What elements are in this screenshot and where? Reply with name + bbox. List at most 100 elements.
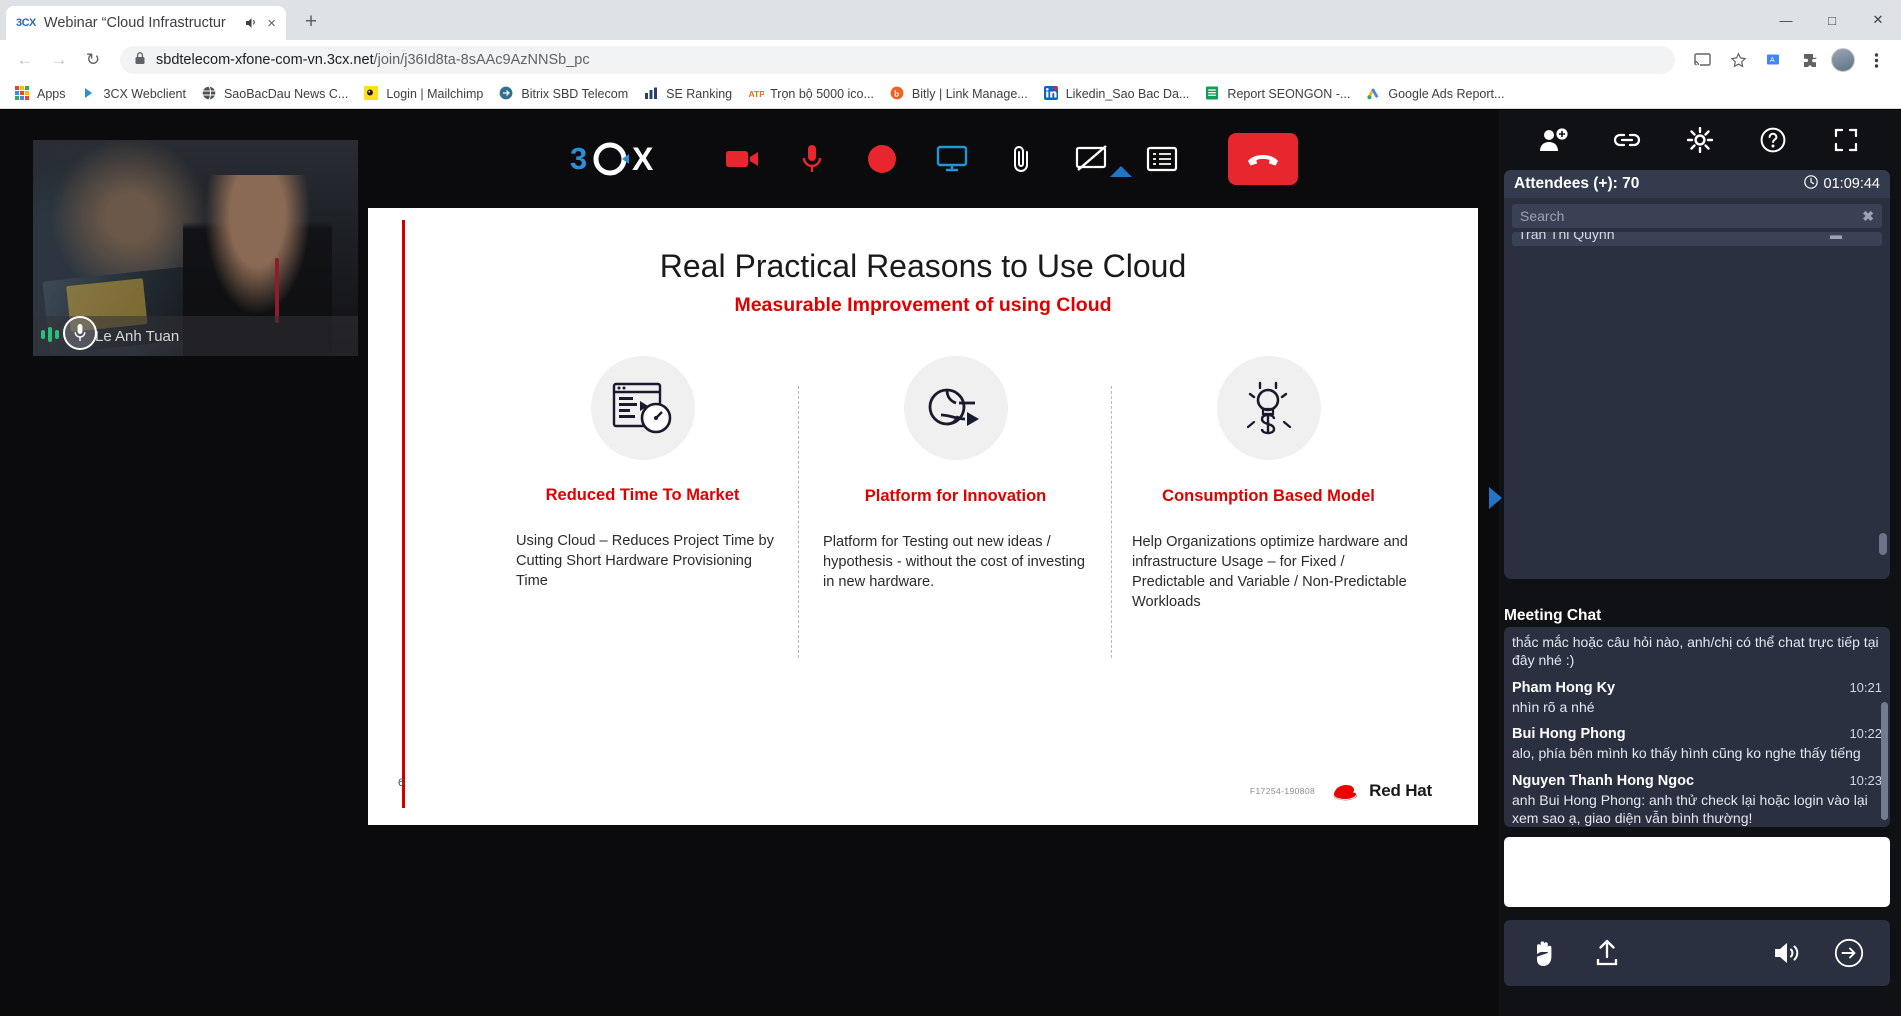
microphone-icon[interactable] [63, 316, 97, 350]
attendees-scrollbar[interactable] [1879, 533, 1887, 555]
bookmark-label: Google Ads Report... [1388, 87, 1505, 101]
stage-bottom-filler [368, 825, 1499, 1016]
apps-grid-icon [15, 86, 31, 102]
browser-tab[interactable]: 3CX Webinar “Cloud Infrastructur × [6, 6, 286, 40]
panel-collapse-arrow[interactable] [1489, 487, 1502, 509]
back-button[interactable]: ← [10, 45, 40, 75]
polls-button[interactable] [1140, 137, 1184, 181]
chat-message-header: Bui Hong Phong 10:22 [1512, 726, 1882, 742]
window-minimize-button[interactable]: — [1763, 0, 1809, 40]
clear-search-icon[interactable]: ✖ [1862, 208, 1874, 225]
presentation-slide[interactable]: Real Practical Reasons to Use Cloud Meas… [368, 208, 1478, 825]
chat-message-text: nhìn rõ a nhé [1512, 698, 1595, 715]
fullscreen-icon[interactable] [1829, 123, 1863, 157]
slide-footer: F17254-190808 Red Hat [1250, 779, 1432, 803]
video-column: Le Anh Tuan [0, 110, 368, 1016]
new-tab-button[interactable]: + [296, 7, 326, 37]
record-button[interactable] [860, 137, 904, 181]
bookmark-label: Bitly | Link Manage... [911, 87, 1028, 101]
forward-button[interactable]: → [44, 45, 74, 75]
window-maximize-button[interactable]: □ [1809, 0, 1855, 40]
attendees-header: Attendees (+): 70 01:09:44 [1504, 170, 1890, 198]
bookmark-label: Login | Mailchimp [386, 87, 484, 101]
bookmark-bitly[interactable]: Bitly | Link Manage... [883, 83, 1035, 105]
microphone-toggle-button[interactable] [790, 137, 834, 181]
bookmark-apps[interactable]: Apps [8, 83, 73, 105]
add-participant-icon[interactable] [1537, 123, 1571, 157]
slide-column: Platform for Innovation Platform for Tes… [799, 356, 1112, 658]
bookmark-se-ranking[interactable]: SE Ranking [637, 83, 739, 105]
help-icon[interactable] [1756, 123, 1790, 157]
chat-message: Bui Hong Phong 10:22 alo, phía bên mình … [1512, 726, 1882, 762]
chat-author: Pham Hong Ky [1512, 679, 1616, 696]
tab-close-icon[interactable]: × [267, 16, 276, 31]
speaker-volume-icon[interactable] [1768, 934, 1806, 972]
send-message-icon[interactable] [1830, 934, 1868, 972]
chat-message: Nguyen Thanh Hong Ngoc 10:23 anh Bui Hon… [1512, 773, 1882, 827]
chat-input-field[interactable] [1504, 837, 1890, 907]
upload-file-icon[interactable] [1588, 934, 1626, 972]
translate-icon[interactable]: A [1759, 45, 1789, 75]
bookmark-label: SaoBacDau News C... [223, 87, 349, 101]
bookmark-report-seongon[interactable]: Report SEONGON -... [1198, 83, 1357, 105]
chat-message-text: alo, phía bên mình ko thấy hình cũng ko … [1512, 745, 1861, 762]
meeting-stage: 3 X Real Practical Reasons to Use Cloud … [368, 110, 1499, 1016]
star-icon[interactable] [1723, 45, 1753, 75]
chat-scrollbar[interactable] [1881, 702, 1888, 820]
window-close-button[interactable]: ✕ [1855, 0, 1901, 40]
lock-icon [134, 51, 146, 70]
chat-message: Pham Hong Ky 10:21 nhìn rõ a nhé [1512, 680, 1882, 716]
cast-icon[interactable] [1687, 45, 1717, 75]
avatar[interactable] [1831, 48, 1855, 72]
right-panel: Attendees (+): 70 01:09:44 Search ✖ Tran… [1489, 110, 1901, 1016]
gear-icon[interactable] [1683, 123, 1717, 157]
attendee-row[interactable]: Tran Thi Quynh ▬ [1512, 232, 1882, 246]
tab-strip: 3CX Webinar “Cloud Infrastructur × + — □… [0, 0, 1901, 40]
reload-button[interactable]: ↻ [78, 45, 108, 75]
whiteboard-slash-icon[interactable] [1070, 137, 1114, 181]
globe-icon [202, 86, 218, 102]
svg-text:X: X [632, 141, 654, 177]
bookmark-icons-pack[interactable]: ATP Trọn bộ 5000 ico... [741, 83, 881, 105]
sheets-icon [1205, 86, 1221, 102]
end-call-button[interactable] [1227, 133, 1298, 185]
chat-action-bar [1504, 920, 1890, 986]
attendees-search-input[interactable]: Search ✖ [1512, 204, 1882, 228]
toolbar-pointer-indicator [1109, 166, 1132, 177]
audio-level-icon [41, 327, 59, 342]
raise-hand-icon[interactable] [1526, 934, 1564, 972]
bookmark-linkedin[interactable]: Likedin_Sao Bac Da... [1037, 83, 1197, 105]
slide-column-title: Platform for Innovation [864, 487, 1047, 505]
camera-toggle-button[interactable] [720, 137, 764, 181]
attendee-mute-icon[interactable]: ▬ [1830, 232, 1842, 242]
kebab-menu-icon[interactable] [1861, 45, 1891, 75]
slide-column-title: Consumption Based Model [1162, 487, 1375, 505]
tab-audio-icon[interactable] [243, 15, 259, 31]
right-panel-toolbar [1499, 110, 1901, 170]
meeting-toolbar: 3 X [368, 110, 1499, 208]
share-screen-button[interactable] [930, 137, 974, 181]
3cx-icon [82, 86, 98, 102]
red-hat-logo: Red Hat [1329, 779, 1432, 803]
red-hat-brand-text: Red Hat [1369, 781, 1432, 800]
bookmark-3cx-webclient[interactable]: 3CX Webclient [75, 83, 193, 105]
bitly-icon [890, 86, 906, 102]
address-bar[interactable]: sbdtelecom-xfone-com-vn.3cx.net/join/j36… [120, 46, 1675, 74]
bookmark-bitrix[interactable]: Bitrix SBD Telecom [492, 83, 635, 105]
link-icon[interactable] [1610, 123, 1644, 157]
participant-video-tile[interactable]: Le Anh Tuan [33, 140, 358, 356]
bookmark-google-ads[interactable]: Google Ads Report... [1359, 83, 1511, 105]
url-path: /join/j36Id8ta-8sAAc9AzNNSb_pc [373, 52, 590, 68]
bookmark-mailchimp[interactable]: Login | Mailchimp [357, 83, 490, 105]
slide-columns: Reduced Time To Market Using Cloud – Red… [486, 356, 1426, 658]
dashboard-speedometer-icon [590, 356, 695, 460]
bookmark-label: Apps [37, 87, 66, 101]
meeting-chat-panel[interactable]: thắc mắc hoặc câu hỏi nào, anh/chị có th… [1504, 627, 1890, 827]
chat-message-text: anh Bui Hong Phong: anh thử check lại ho… [1512, 791, 1868, 827]
attach-file-button[interactable] [1000, 137, 1044, 181]
puzzle-icon[interactable] [1795, 45, 1825, 75]
chat-message-list: thắc mắc hoặc câu hỏi nào, anh/chị có th… [1512, 627, 1882, 827]
bookmark-saobacdau[interactable]: SaoBacDau News C... [195, 83, 355, 105]
chat-author: Bui Hong Phong [1512, 726, 1626, 743]
rocket-spiral-icon [903, 356, 1008, 460]
